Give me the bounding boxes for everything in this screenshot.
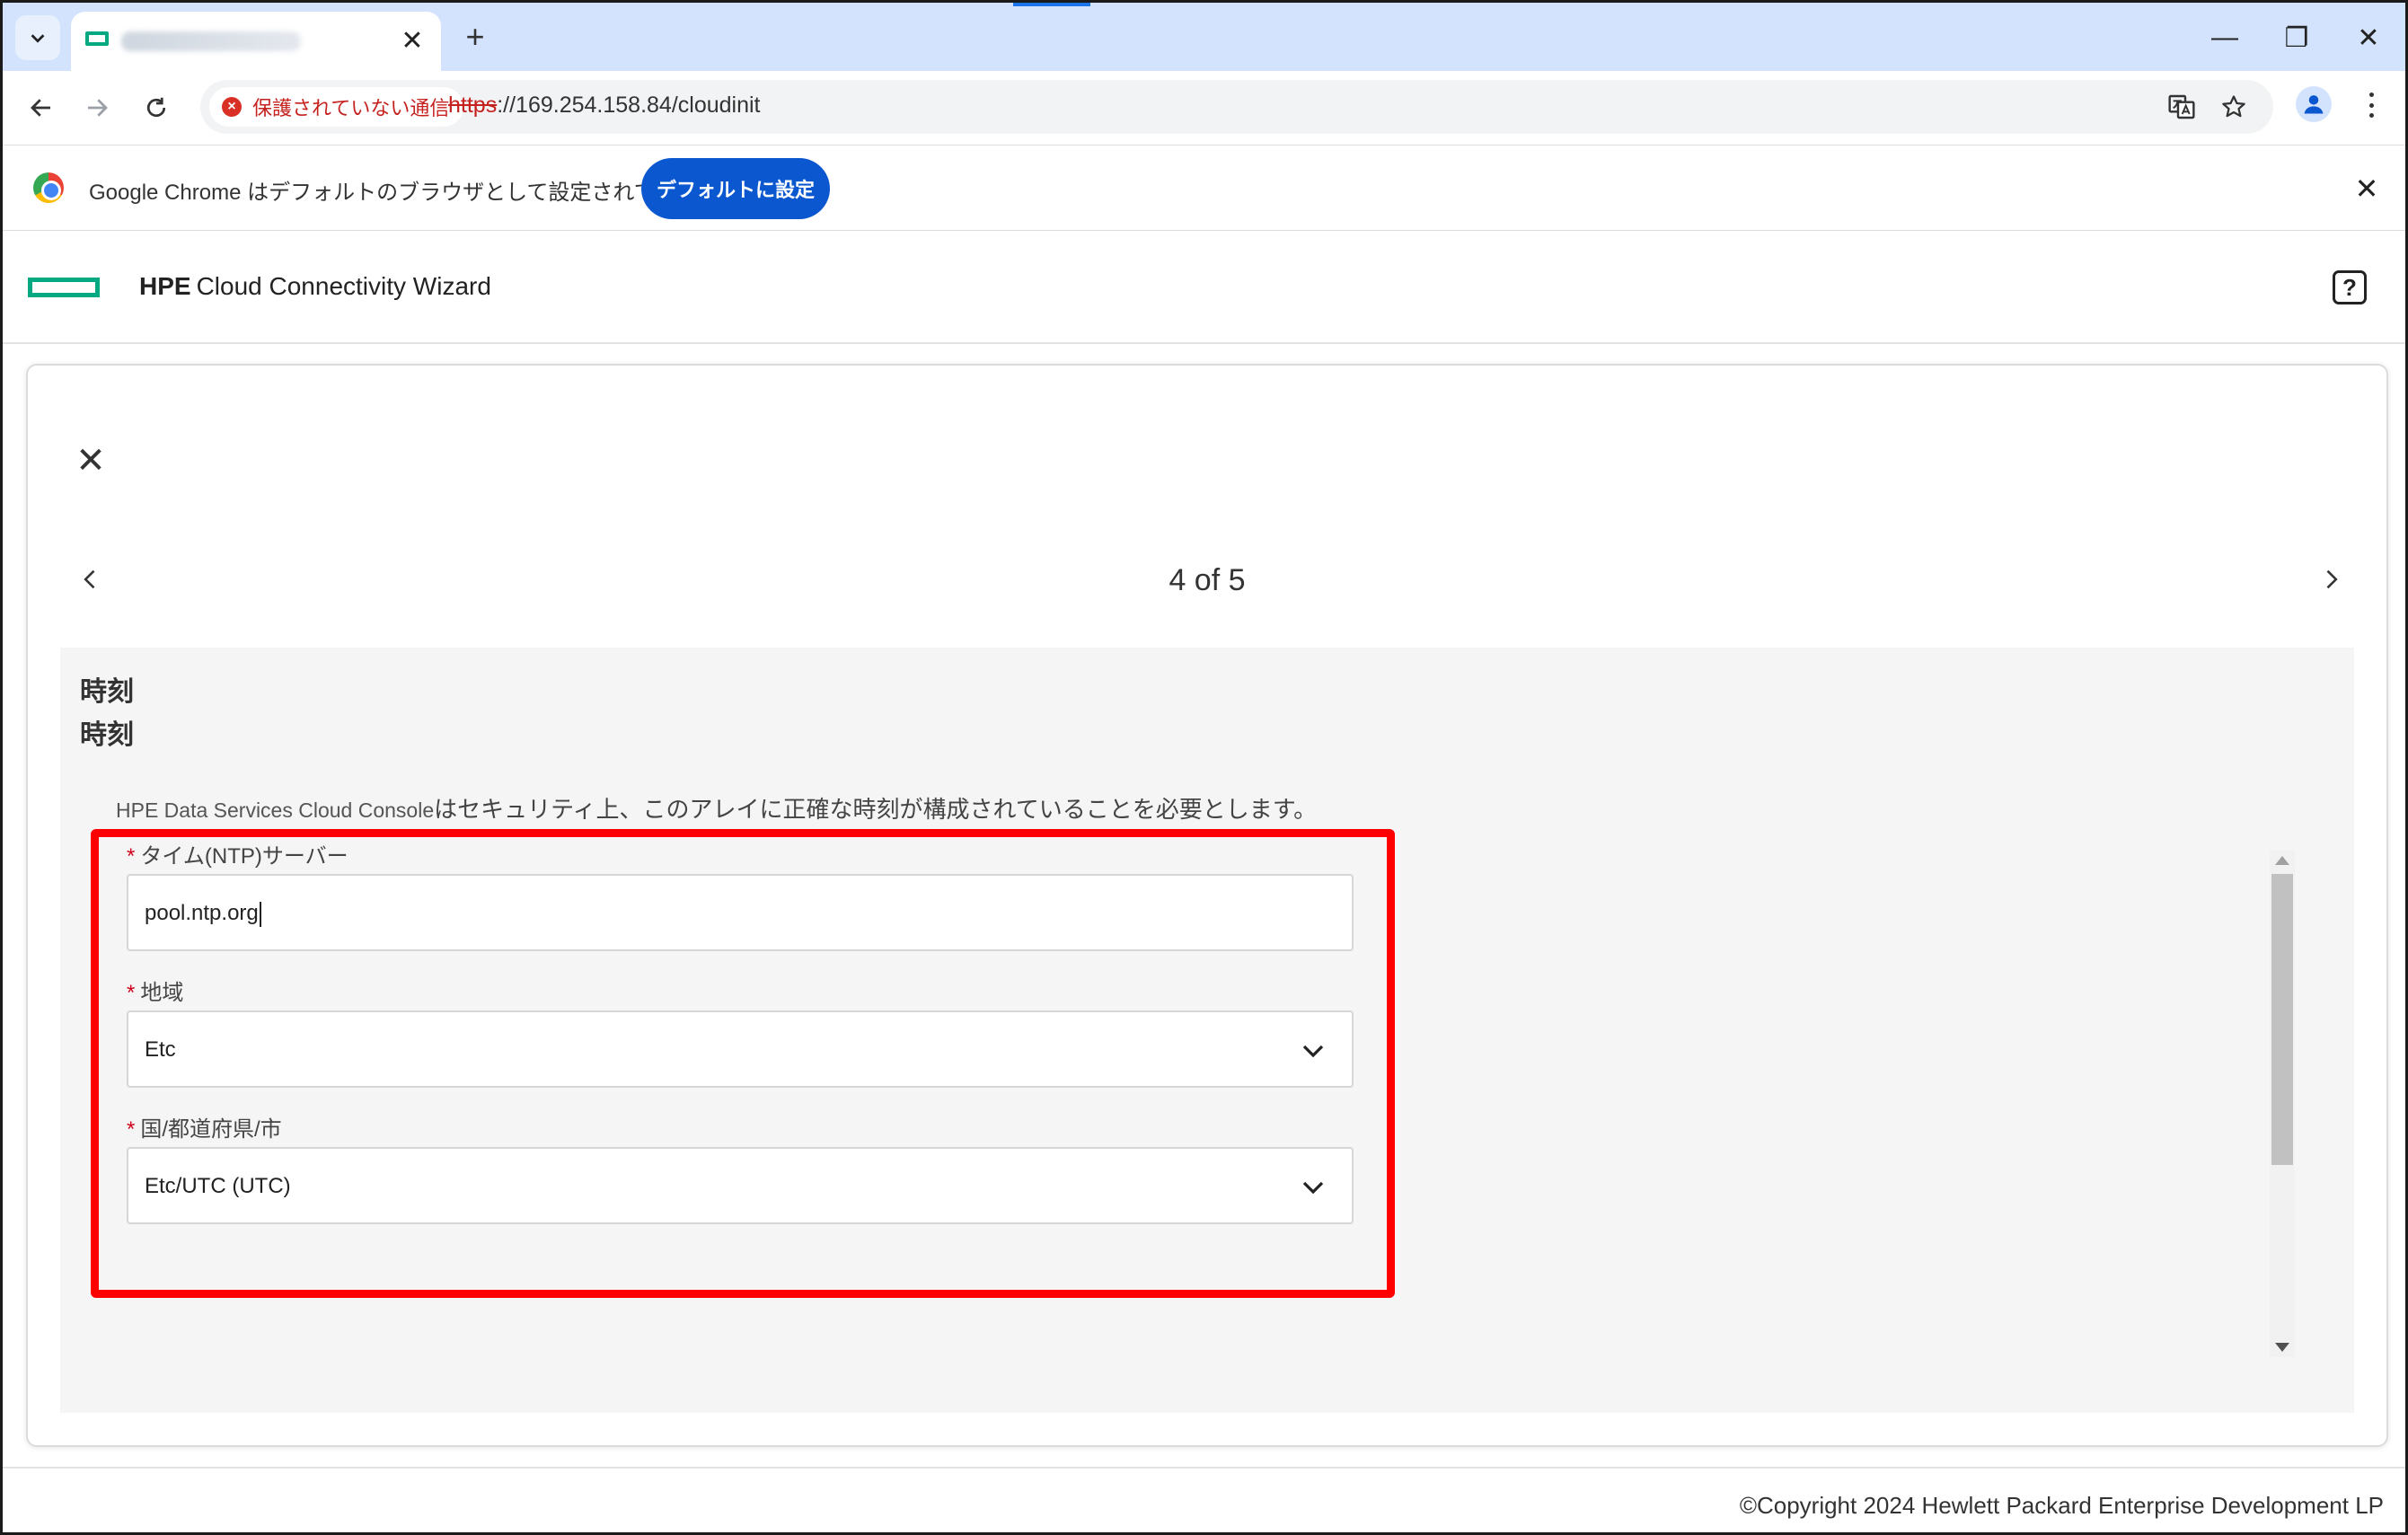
scroll-up-arrow-icon[interactable] [2275, 856, 2289, 865]
translate-icon[interactable] [2164, 89, 2200, 125]
browser-toolbar: × 保護されていない通信 https://169.254.158.84/clou… [3, 71, 2405, 145]
address-bar[interactable]: × 保護されていない通信 https://169.254.158.84/clou… [200, 80, 2273, 134]
step-indicator: 4 of 5 [1169, 563, 1246, 597]
forward-button[interactable] [75, 85, 119, 130]
wizard-close-icon[interactable]: ✕ [73, 441, 109, 481]
app-title-text: Cloud Connectivity Wizard [196, 272, 491, 300]
region-select[interactable]: Etc [127, 1010, 1354, 1088]
arrow-right-icon [88, 99, 108, 117]
tab-close-icon[interactable]: ✕ [398, 26, 427, 56]
scroll-thumb[interactable] [2271, 874, 2293, 1165]
security-chip-label: 保護されていない通信 [252, 97, 450, 119]
chevron-down-icon [1302, 1181, 1324, 1195]
bookmark-star-icon[interactable] [2216, 89, 2252, 125]
wizard-card: ✕ 4 of 5 時刻 時刻 HPE Data Services Cloud C… [26, 364, 2388, 1447]
help-icon[interactable]: ? [2333, 270, 2367, 304]
ntp-server-value-text: pool.ntp.org [145, 901, 259, 925]
new-tab-button[interactable]: + [457, 18, 493, 55]
hpe-favicon-icon [85, 31, 109, 46]
chevron-right-icon [2326, 569, 2338, 589]
ntp-server-input[interactable]: pool.ntp.org [127, 874, 1354, 951]
city-label-text: 国/都道府県/市 [140, 1117, 282, 1142]
text-caret [259, 901, 261, 927]
window-close-button[interactable]: ✕ [2342, 15, 2395, 60]
section-subtitle: 時刻 [80, 720, 134, 750]
ntp-server-value: pool.ntp.org [145, 901, 261, 927]
required-mark: * [127, 981, 136, 1005]
city-select[interactable]: Etc/UTC (UTC) [127, 1147, 1354, 1224]
profile-avatar-icon[interactable] [2296, 86, 2332, 122]
hpe-logo-icon [28, 278, 100, 297]
url-rest: ://169.254.158.84/cloudinit [497, 93, 761, 118]
region-label-text: 地域 [140, 981, 184, 1005]
warning-icon: × [222, 97, 242, 117]
security-chip[interactable]: × 保護されていない通信 [209, 87, 464, 127]
tab-title-blurred [121, 31, 301, 51]
section-description: HPE Data Services Cloud Consoleはセキュリティ上、… [116, 791, 1317, 825]
restore-button[interactable]: ❐ [2270, 15, 2324, 60]
back-button[interactable] [19, 85, 64, 130]
browser-tab[interactable]: ✕ [71, 12, 441, 71]
region-value: Etc [145, 1037, 176, 1062]
ntp-server-label-text: タイム(NTP)サーバー [140, 844, 348, 869]
description-product: HPE Data Services Cloud Console [116, 798, 435, 822]
region-label: * 地域 [127, 975, 183, 1006]
browser-window: ✕ + — ❐ ✕ × 保護されていない通信 https://169.254.1… [0, 0, 2408, 1535]
chevron-down-icon [1302, 1045, 1324, 1058]
section-title: 時刻 [80, 677, 134, 707]
reload-button[interactable] [134, 85, 179, 130]
ntp-server-label: * タイム(NTP)サーバー [127, 838, 348, 869]
chrome-logo-icon [33, 172, 64, 203]
reload-icon [146, 97, 166, 118]
page-footer: ©Copyright 2024 Hewlett Packard Enterpri… [3, 1467, 2405, 1532]
url-text[interactable]: https://169.254.158.84/cloudinit [448, 93, 761, 119]
required-mark: * [127, 844, 136, 869]
app-title: HPE Cloud Connectivity Wizard [139, 272, 491, 301]
app-brand: HPE [139, 272, 191, 300]
form-scrollbar[interactable] [2270, 851, 2295, 1357]
app-header: HPE Cloud Connectivity Wizard ? [3, 231, 2405, 344]
set-default-button[interactable]: デフォルトに設定 [641, 158, 830, 219]
city-value: Etc/UTC (UTC) [145, 1174, 291, 1198]
arrow-left-icon [31, 99, 50, 117]
required-mark: * [127, 1117, 136, 1142]
loading-indicator [1013, 3, 1090, 6]
copyright-text: ©Copyright 2024 Hewlett Packard Enterpri… [1739, 1492, 2384, 1519]
browser-menu-icon[interactable] [2358, 89, 2385, 121]
tab-strip: ✕ + — ❐ ✕ [3, 3, 2405, 71]
next-step-button[interactable] [2313, 561, 2349, 597]
minimize-button[interactable]: — [2198, 15, 2252, 60]
description-text: はセキュリティ上、このアレイに正確な時刻が構成されていることを必要とします。 [434, 796, 1318, 823]
city-label: * 国/都道府県/市 [127, 1111, 282, 1142]
time-settings-panel: 時刻 時刻 HPE Data Services Cloud Consoleはセキ… [60, 648, 2354, 1413]
default-browser-infobar: Google Chrome はデフォルトのブラウザとして設定されていません デフ… [3, 145, 2405, 231]
tab-search-button[interactable] [15, 15, 60, 60]
chevron-down-icon [31, 34, 45, 43]
infobar-close-icon[interactable]: ✕ [2349, 171, 2385, 207]
url-scheme: https [448, 93, 498, 118]
scroll-down-arrow-icon[interactable] [2275, 1343, 2289, 1352]
